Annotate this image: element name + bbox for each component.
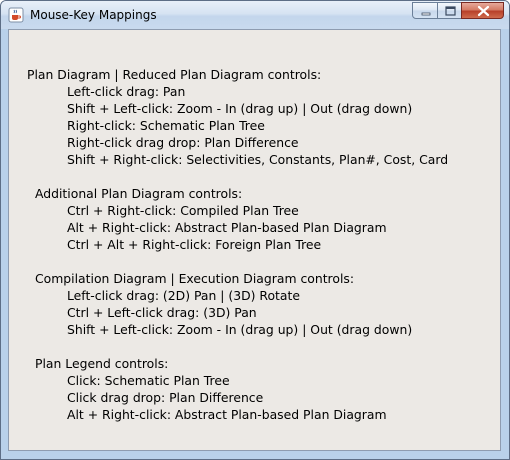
mouse-key-mappings-window: Mouse-Key Mappings Plan Diagram | Reduce… [0,0,510,460]
mappings-content-panel: Plan Diagram | Reduced Plan Diagram cont… [8,29,501,451]
mapping-line: Right-click drag drop: Plan Difference [67,135,299,150]
window-controls [412,2,504,20]
window-title: Mouse-Key Mappings [30,8,157,22]
mapping-line: Shift + Left-click: Zoom - In (drag up) … [67,322,413,337]
mapping-line: Alt + Right-click: Abstract Plan-based P… [67,220,387,235]
section-heading-plan-diagram: Plan Diagram | Reduced Plan Diagram cont… [27,67,322,82]
minimize-icon [421,12,431,16]
section-heading-plan-legend: Plan Legend controls: [35,356,169,371]
section-heading-additional: Additional Plan Diagram controls: [35,186,243,201]
mapping-line: Left-click drag: (2D) Pan | (3D) Rotate [67,288,300,303]
mapping-line: Left-click drag: Pan [67,84,186,99]
minimize-button[interactable] [412,2,438,19]
mapping-line: Ctrl + Right-click: Compiled Plan Tree [67,203,299,218]
java-coffee-cup-icon [8,7,24,23]
section-heading-compilation: Compilation Diagram | Execution Diagram … [35,271,355,286]
mapping-line: Click: Schematic Plan Tree [67,373,230,388]
close-icon [477,5,490,17]
mapping-line: Ctrl + Left-click drag: (3D) Pan [67,305,257,320]
title-bar[interactable]: Mouse-Key Mappings [1,1,509,29]
mapping-line: Right-click: Schematic Plan Tree [67,118,265,133]
close-button[interactable] [461,2,504,19]
mapping-line: Ctrl + Alt + Right-click: Foreign Plan T… [67,237,322,252]
mapping-line: Shift + Left-click: Zoom - In (drag up) … [67,101,413,116]
maximize-icon [445,6,456,16]
mapping-line: Alt + Right-click: Abstract Plan-based P… [67,407,387,422]
mapping-line: Shift + Right-click: Selectivities, Cons… [67,152,449,167]
mapping-line: Click drag drop: Plan Difference [67,390,264,405]
maximize-button[interactable] [437,2,462,19]
